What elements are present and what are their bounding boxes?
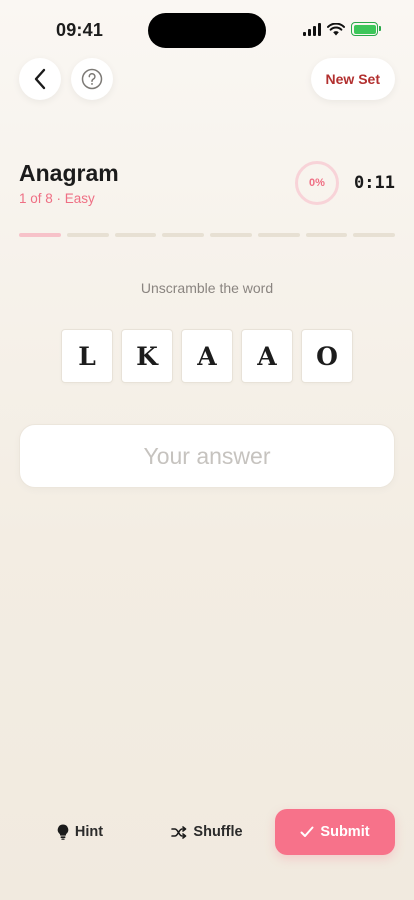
letter-tiles: LKAAO (61, 329, 353, 383)
chevron-left-icon (34, 68, 46, 90)
game-subtitle: 1 of 8 · Easy (19, 191, 95, 206)
letter-tile[interactable]: A (181, 329, 233, 383)
progress-segment (162, 233, 204, 237)
dynamic-island (148, 13, 266, 48)
battery-icon (351, 22, 381, 36)
progress-segment (353, 233, 395, 237)
progress-segment (114, 233, 157, 237)
answer-input[interactable] (19, 424, 395, 488)
help-button[interactable] (71, 58, 113, 100)
cellular-signal-icon (303, 22, 321, 36)
new-set-button[interactable]: New Set (310, 58, 395, 100)
shuffle-label: Shuffle (193, 824, 243, 840)
status-icons (303, 22, 381, 36)
submit-button[interactable]: Submit (275, 809, 395, 855)
letter-tile[interactable]: L (61, 329, 113, 383)
progress-segment (210, 233, 252, 237)
progress-segments (19, 233, 395, 237)
wifi-icon (327, 22, 345, 35)
hint-label: Hint (74, 824, 104, 840)
checkmark-icon (300, 826, 314, 837)
status-time: 09:41 (56, 20, 104, 40)
status-bar: 09:41 (0, 0, 414, 60)
question-circle-icon (81, 68, 103, 90)
letter-tile[interactable]: A (241, 329, 293, 383)
timer: 0:11 (354, 173, 395, 193)
progress-segment (66, 233, 109, 237)
game-title: Anagram (19, 160, 119, 186)
shuffle-button[interactable]: Shuffle (157, 809, 257, 855)
progress-percent: 0% (309, 177, 325, 189)
back-button[interactable] (19, 58, 61, 100)
hint-button[interactable]: Hint (30, 809, 130, 855)
shuffle-icon (171, 825, 187, 839)
progress-segment (19, 233, 61, 237)
instruction-text: Unscramble the word (140, 280, 274, 296)
progress-segment (257, 233, 300, 237)
lightbulb-icon (57, 824, 69, 840)
progress-segment (305, 233, 348, 237)
letter-tile[interactable]: K (121, 329, 173, 383)
letter-tile[interactable]: O (301, 329, 353, 383)
submit-label: Submit (320, 824, 370, 840)
